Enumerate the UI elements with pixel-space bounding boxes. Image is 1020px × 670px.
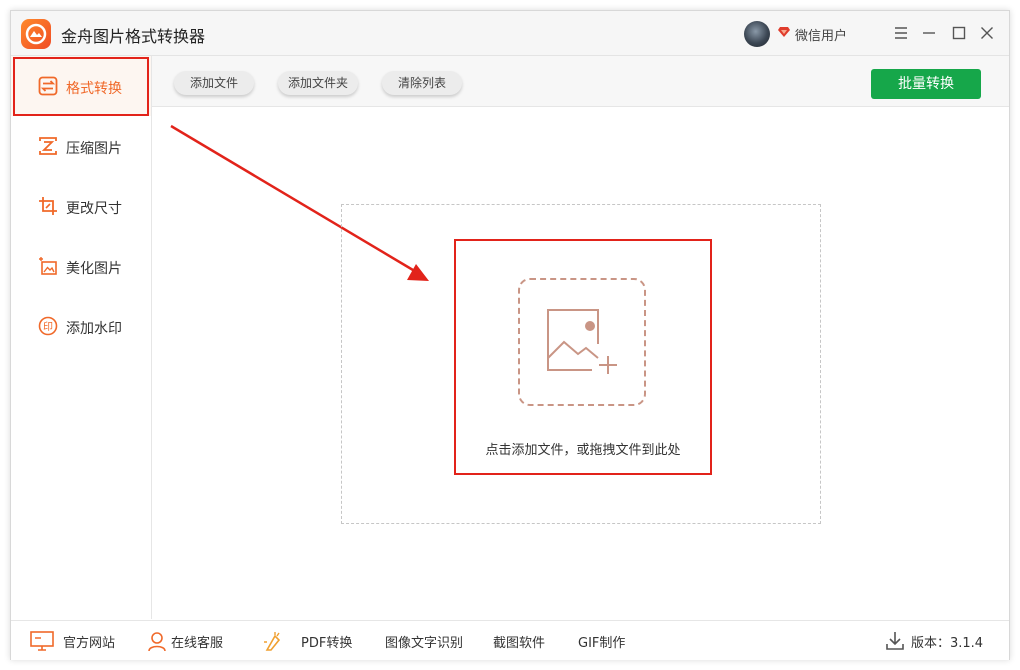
ocr-link[interactable]: 图像文字识别: [385, 632, 463, 651]
sidebar-item-compress[interactable]: 压缩图片: [11, 116, 151, 176]
toolbar: 添加文件 添加文件夹 清除列表 批量转换: [152, 56, 1009, 107]
sidebar: 格式转换 压缩图片 更改尺寸 美化图片 印 添加水印: [11, 56, 152, 619]
add-file-button[interactable]: 添加文件: [174, 71, 254, 95]
minimize-icon[interactable]: [919, 23, 939, 43]
avatar[interactable]: [744, 21, 770, 47]
add-file-area[interactable]: 点击添加文件，或拖拽文件到此处: [454, 239, 712, 475]
selection-highlight: [13, 57, 149, 116]
watermark-icon: 印: [38, 316, 58, 336]
compress-icon: [39, 137, 57, 155]
sidebar-item-label: 更改尺寸: [66, 201, 122, 217]
menu-icon[interactable]: [891, 23, 911, 43]
app-logo-icon: [21, 19, 51, 49]
image-placeholder[interactable]: [518, 278, 646, 406]
sidebar-item-beautify[interactable]: 美化图片: [11, 236, 151, 296]
download-icon: [886, 632, 904, 650]
add-image-icon: [547, 309, 617, 374]
gif-maker-link[interactable]: GIF制作: [578, 632, 625, 651]
app-title: 金舟图片格式转换器: [61, 27, 206, 46]
sidebar-item-label: 压缩图片: [66, 141, 122, 157]
vip-diamond-icon: [778, 27, 790, 37]
sidebar-item-watermark[interactable]: 印 添加水印: [11, 296, 151, 356]
footer: 官方网站 在线客服 PDF转换 图像文字识别 截图软件 GIF制作 版本：3.1…: [11, 620, 1009, 660]
pdf-convert-link[interactable]: PDF转换: [301, 632, 352, 651]
monitor-icon: [30, 631, 54, 651]
app-window: 金舟图片格式转换器 微信用户 格式转换 压缩图片 更改尺寸 美化图片 印 添加水…: [10, 10, 1010, 660]
clear-list-button[interactable]: 清除列表: [382, 71, 462, 95]
official-website-link[interactable]: 官方网站: [63, 632, 115, 651]
sidebar-item-resize[interactable]: 更改尺寸: [11, 176, 151, 236]
online-support-link[interactable]: 在线客服: [171, 632, 223, 651]
crop-icon: [39, 197, 57, 215]
sidebar-item-label: 美化图片: [66, 261, 122, 277]
sidebar-item-format-convert[interactable]: 格式转换: [11, 56, 151, 116]
title-bar: 金舟图片格式转换器 微信用户: [11, 11, 1009, 56]
pdf-tool-icon: [264, 632, 281, 651]
close-icon[interactable]: [977, 23, 997, 43]
maximize-icon[interactable]: [949, 23, 969, 43]
user-name[interactable]: 微信用户: [795, 25, 847, 44]
drop-hint: 点击添加文件，或拖拽文件到此处: [485, 443, 681, 458]
version-label: 版本：3.1.4: [911, 636, 984, 651]
screenshot-software-link[interactable]: 截图软件: [493, 632, 545, 651]
sidebar-item-label: 添加水印: [66, 321, 122, 337]
batch-convert-button[interactable]: 批量转换: [871, 69, 981, 99]
svg-text:印: 印: [43, 321, 53, 333]
add-folder-button[interactable]: 添加文件夹: [278, 71, 358, 95]
beautify-icon: [39, 257, 57, 275]
customer-service-icon: [148, 632, 166, 652]
